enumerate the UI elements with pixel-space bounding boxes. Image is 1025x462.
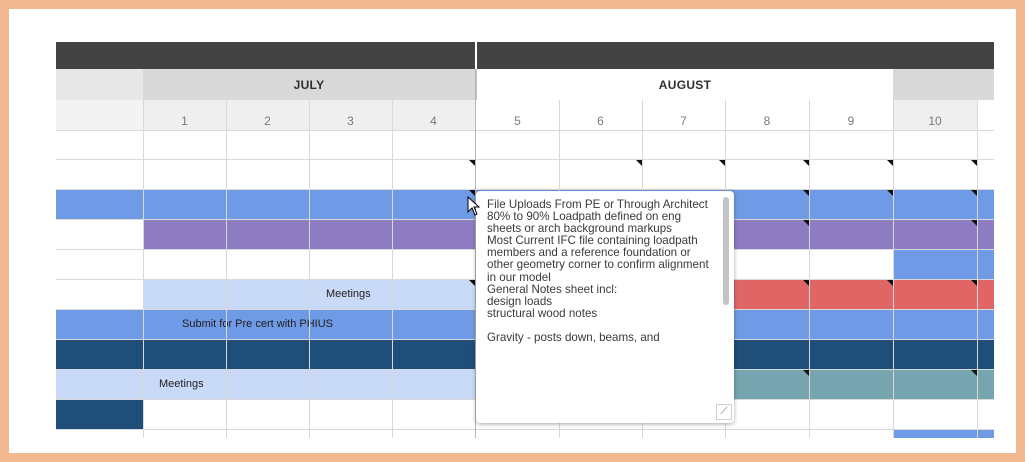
comment-marker[interactable]: [971, 220, 977, 226]
day-row-spacer: [56, 100, 143, 130]
day-header[interactable]: 5: [476, 100, 559, 130]
month-header-july[interactable]: JULY: [143, 69, 475, 100]
comment-marker[interactable]: [971, 190, 977, 196]
screenshot-frame: JULY AUGUST 1 2 3 4 5 6 7 8 9 10 Meeting…: [9, 9, 1016, 453]
day-header[interactable]: 7: [642, 100, 725, 130]
header-bar-left: [56, 42, 475, 69]
spreadsheet-grid: JULY AUGUST 1 2 3 4 5 6 7 8 9 10 Meeting…: [56, 42, 994, 438]
comment-marker[interactable]: [469, 280, 475, 286]
task-bar-meetings-2[interactable]: [56, 369, 476, 399]
comment-scrollbar[interactable]: [723, 197, 729, 305]
comment-marker[interactable]: [803, 190, 809, 196]
day-label: 5: [514, 114, 521, 128]
comment-marker[interactable]: [971, 160, 977, 166]
grid-row-line: [56, 189, 994, 190]
day-header[interactable]: 2: [226, 100, 309, 130]
month-label: AUGUST: [658, 77, 712, 92]
task-bar-blue-short[interactable]: [893, 249, 994, 279]
month-header-august[interactable]: AUGUST: [476, 69, 893, 100]
grid-col-line: [977, 100, 978, 438]
month-label: JULY: [293, 77, 325, 92]
comment-marker[interactable]: [971, 280, 977, 286]
comment-marker[interactable]: [719, 160, 725, 166]
day-label: 6: [597, 114, 604, 128]
month-header-next[interactable]: [893, 69, 994, 100]
comment-marker[interactable]: [803, 160, 809, 166]
grid-row-line: [56, 159, 994, 160]
month-row-spacer: [56, 69, 143, 100]
day-header[interactable]: 8: [725, 100, 809, 130]
task-bar-navy-short[interactable]: [56, 399, 143, 429]
grid-col-line: [309, 100, 310, 438]
cell-submit-label: Submit for Pre cert with PHIUS: [182, 318, 333, 330]
comment-marker[interactable]: [636, 160, 642, 166]
comment-marker[interactable]: [887, 160, 893, 166]
day-header[interactable]: 10: [893, 100, 977, 130]
grid-col-line: [392, 100, 393, 438]
day-label: 1: [181, 114, 188, 128]
day-header[interactable]: 9: [809, 100, 893, 130]
cell-meetings-label-2: Meetings: [159, 378, 204, 390]
day-header[interactable]: 3: [309, 100, 392, 130]
task-bar-blue-bottom[interactable]: [893, 429, 994, 438]
grid-col-line: [226, 100, 227, 438]
day-label: 9: [847, 114, 855, 128]
resize-glyph: ⟋: [720, 406, 728, 417]
grid-col-line: [809, 100, 810, 438]
grid-row-line: [56, 429, 994, 430]
comment-marker[interactable]: [469, 160, 475, 166]
cell-meetings-label: Meetings: [326, 288, 371, 300]
comment-marker[interactable]: [803, 280, 809, 286]
header-bar-right: [477, 42, 994, 69]
day-header[interactable]: 4: [392, 100, 475, 130]
grid-col-line: [893, 100, 894, 438]
cell-comment-popup[interactable]: File Uploads From PE or Through Architec…: [476, 191, 734, 423]
comment-marker[interactable]: [803, 370, 809, 376]
day-header[interactable]: 1: [143, 100, 226, 130]
comment-marker[interactable]: [887, 190, 893, 196]
resize-handle-icon[interactable]: ⟋: [716, 404, 732, 420]
comment-marker[interactable]: [971, 370, 977, 376]
day-label: 4: [430, 114, 437, 128]
grid-row-line: [56, 130, 994, 131]
day-header[interactable]: 6: [559, 100, 642, 130]
day-label: 8: [763, 114, 771, 128]
comment-marker[interactable]: [803, 220, 809, 226]
comment-text[interactable]: File Uploads From PE or Through Architec…: [487, 198, 715, 344]
day-label: 7: [680, 114, 687, 128]
mouse-cursor-icon: [467, 196, 481, 216]
day-label: 3: [347, 114, 354, 128]
grid-col-line: [143, 100, 144, 438]
day-label: 2: [264, 114, 271, 128]
day-label: 10: [928, 114, 942, 128]
comment-marker[interactable]: [887, 280, 893, 286]
